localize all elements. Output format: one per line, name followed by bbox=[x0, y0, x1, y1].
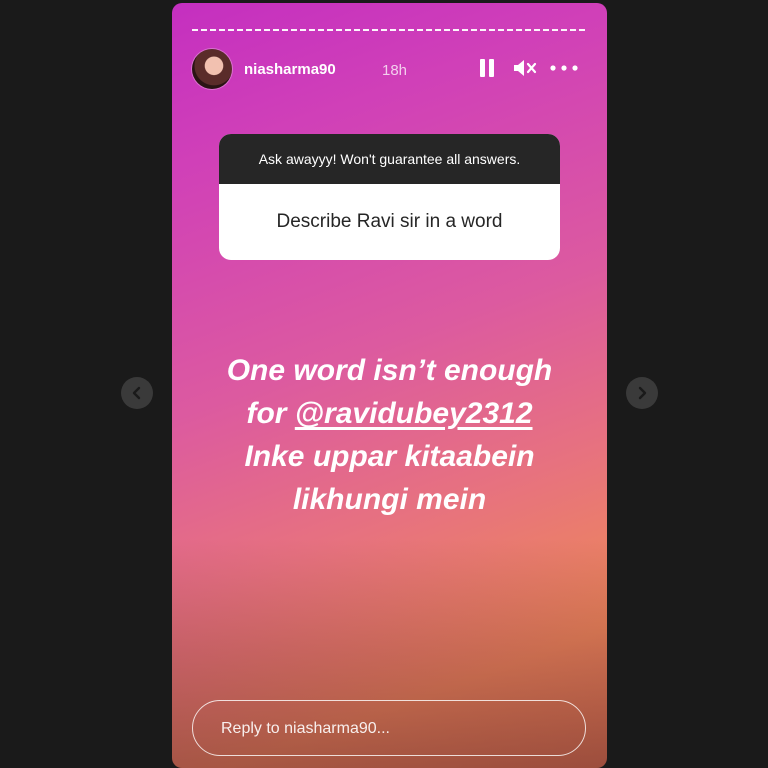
story-viewer[interactable]: niasharma90 18h Ask awayyy! Won't guaran… bbox=[172, 3, 607, 768]
chevron-left-icon bbox=[132, 386, 141, 400]
answer-text: One word isn’t enough for @ravidubey2312… bbox=[172, 349, 607, 521]
reply-box[interactable] bbox=[192, 700, 586, 757]
mention-link[interactable]: @ravidubey2312 bbox=[295, 397, 533, 430]
answer-line: One word isn’t enough bbox=[226, 354, 553, 387]
mute-button[interactable] bbox=[512, 57, 538, 79]
question-sticker: Ask awayyy! Won't guarantee all answers.… bbox=[219, 134, 560, 260]
answer-line: Inke uppar kitaabein bbox=[244, 440, 535, 473]
avatar[interactable] bbox=[192, 49, 232, 89]
answer-line-prefix: for bbox=[246, 397, 295, 430]
previous-story-button[interactable] bbox=[121, 377, 153, 409]
next-story-button[interactable] bbox=[626, 377, 658, 409]
answer-line: for @ravidubey2312 bbox=[172, 392, 607, 435]
answer-line: likhungi mein bbox=[292, 483, 487, 516]
username-link[interactable]: niasharma90 bbox=[244, 61, 336, 78]
pause-button[interactable] bbox=[478, 57, 496, 79]
more-options-icon bbox=[550, 65, 578, 71]
question-sticker-question: Describe Ravi sir in a word bbox=[276, 211, 503, 232]
story-header: niasharma90 18h bbox=[192, 47, 587, 91]
reply-input[interactable] bbox=[219, 701, 563, 757]
story-timestamp: 18h bbox=[382, 62, 408, 79]
question-sticker-prompt: Ask awayyy! Won't guarantee all answers. bbox=[219, 134, 560, 184]
pause-icon bbox=[480, 59, 494, 77]
more-options-button[interactable] bbox=[548, 57, 580, 79]
speaker-muted-icon bbox=[514, 60, 537, 76]
story-progress-bar bbox=[192, 29, 587, 31]
chevron-right-icon bbox=[638, 386, 647, 400]
